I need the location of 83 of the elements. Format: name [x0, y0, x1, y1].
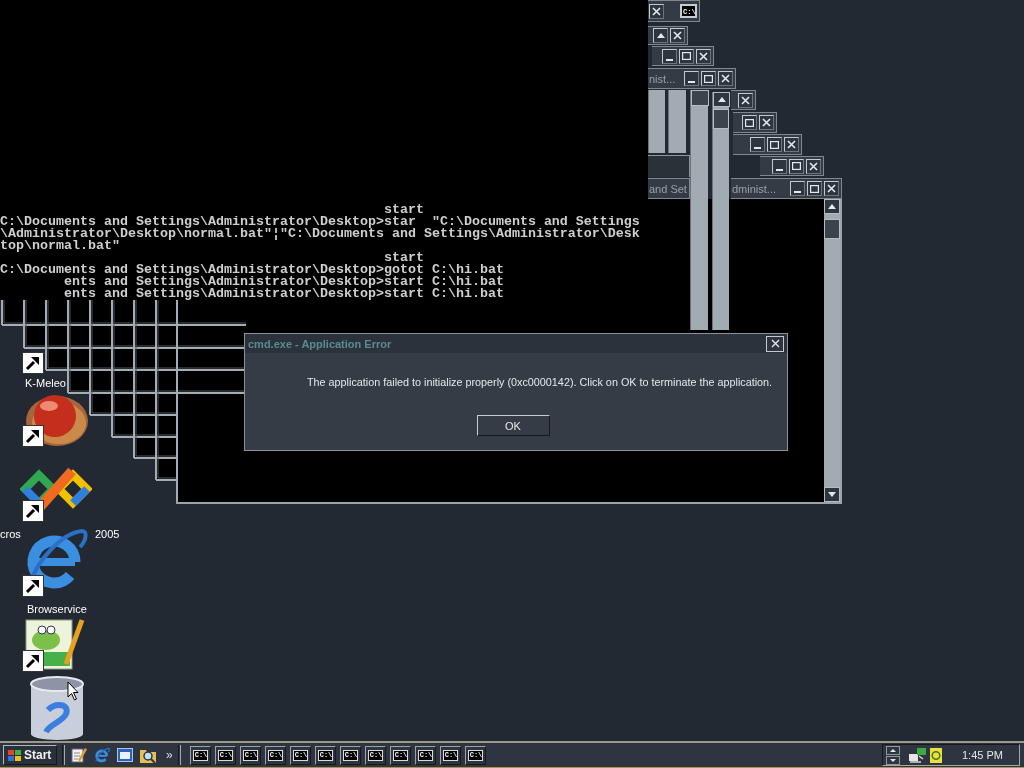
minimize-button[interactable]: [790, 181, 805, 196]
console-line: start: [383, 250, 424, 265]
down-arrow-icon: [828, 492, 836, 497]
close-icon: [787, 140, 796, 149]
window-title: nist...: [649, 72, 676, 85]
error-message: The application failed to initialize properly (0xc0000142). Click on OK to terminate the application.: [307, 376, 773, 388]
close-icon: [673, 31, 682, 40]
scrollbar-track: [648, 90, 665, 153]
down-arrow-icon: [890, 758, 896, 762]
console-line: start: [383, 202, 424, 217]
minimize-button[interactable]: [684, 71, 699, 86]
close-icon: [721, 74, 730, 83]
scrollbar-thumb: [713, 109, 729, 129]
minimize-button[interactable]: [750, 137, 765, 152]
flag-icon: [8, 749, 21, 761]
close-button[interactable]: [759, 115, 774, 130]
close-button[interactable]: [670, 28, 685, 43]
console-line: C:\Documents and Settings\Administrator\Desktop>gotot C:\hi.bat: [0, 262, 504, 277]
close-icon: [809, 161, 818, 171]
network-icon[interactable]: [909, 747, 927, 763]
maximize-button[interactable]: [701, 71, 716, 86]
close-icon: [770, 339, 780, 348]
icon-label[interactable]: Browservice: [27, 603, 87, 616]
close-button[interactable]: [696, 48, 711, 64]
start-button[interactable]: Start: [3, 745, 57, 765]
window-icon[interactable]: [117, 747, 133, 763]
dialog-title: cmd.exe - Application Error: [248, 337, 392, 350]
close-button[interactable]: [824, 181, 839, 196]
clock[interactable]: 1:45 PM: [962, 749, 1003, 761]
close-button[interactable]: [738, 92, 753, 108]
up-arrow-icon: [717, 97, 726, 102]
icon-label[interactable]: 2005: [95, 528, 120, 541]
maximize-icon: [682, 52, 691, 60]
minimize-icon: [794, 191, 801, 193]
tray-scroll-button[interactable]: [886, 755, 900, 765]
minimize-icon: [754, 147, 761, 149]
mouse-pointer-icon: [67, 681, 79, 701]
close-button[interactable]: [806, 158, 821, 174]
minimize-icon: [688, 81, 695, 83]
close-icon: [827, 184, 836, 193]
maximize-button[interactable]: [807, 181, 822, 196]
doc-pencil-icon[interactable]: [71, 747, 87, 763]
scroll-up-button[interactable]: [824, 199, 840, 214]
scroll-up-button[interactable]: [713, 92, 730, 107]
console-line: C:\Documents and Settings\Administrator\Desktop>star "C:\Documents and Settings: [0, 214, 640, 229]
smiley-icon[interactable]: [930, 747, 942, 763]
close-button[interactable]: [718, 71, 733, 86]
maximize-icon: [770, 140, 779, 149]
maximize-icon: [810, 184, 819, 193]
icon-label[interactable]: K-Meleo: [25, 377, 66, 390]
close-button[interactable]: [784, 137, 799, 152]
magnifier-folder-icon[interactable]: [140, 747, 156, 763]
scroll-down-button[interactable]: [824, 487, 840, 502]
window-title: dminist...: [732, 182, 776, 195]
tray-scroll-button[interactable]: [886, 745, 900, 755]
icon-label[interactable]: cros: [0, 528, 21, 541]
close-button[interactable]: [649, 3, 664, 19]
minimize-icon: [666, 58, 673, 61]
close-icon: [762, 118, 771, 127]
close-icon: [699, 51, 708, 61]
close-icon: [652, 6, 661, 16]
scroll-up-button[interactable]: [653, 28, 668, 43]
close-icon: [741, 95, 750, 105]
maximize-button[interactable]: [679, 48, 694, 64]
maximize-button[interactable]: [767, 137, 782, 152]
ok-button[interactable]: OK: [476, 415, 550, 436]
minimize-button[interactable]: [662, 48, 677, 64]
maximize-icon: [745, 118, 754, 127]
minimize-button[interactable]: [772, 158, 787, 174]
scrollbar-track: [668, 90, 686, 153]
maximize-button[interactable]: [742, 115, 757, 130]
close-button[interactable]: [766, 335, 784, 352]
maximize-button[interactable]: [789, 158, 804, 174]
minimize-icon: [776, 168, 783, 171]
console-line: top\normal.bat": [0, 238, 120, 253]
up-arrow-icon: [828, 204, 836, 209]
window-title: and Set: [649, 182, 687, 195]
maximize-icon: [792, 162, 801, 170]
up-arrow-icon: [890, 748, 896, 752]
scrollbar-thumb[interactable]: [824, 219, 840, 239]
up-arrow-icon: [656, 33, 665, 38]
maximize-icon: [704, 74, 713, 83]
more-button[interactable]: »: [166, 748, 173, 762]
